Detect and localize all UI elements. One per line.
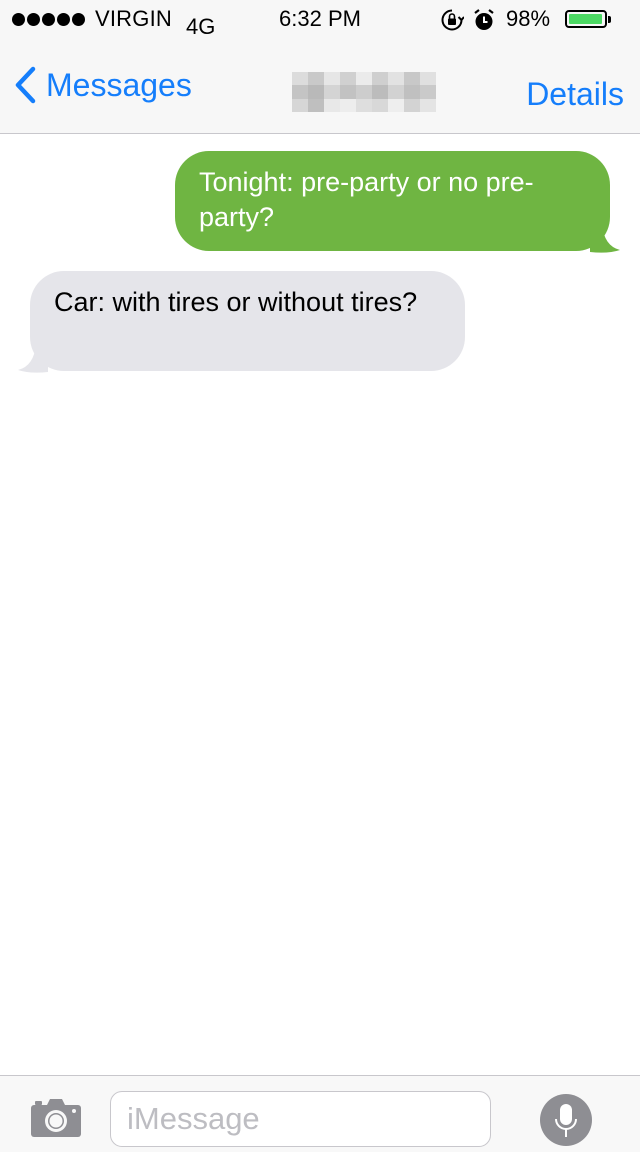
rotation-lock-icon xyxy=(441,9,464,31)
navigation-bar: Messages Details xyxy=(0,40,640,133)
status-bar: VIRGIN 4G 6:32 PM 98% xyxy=(0,0,640,40)
message-input-bar xyxy=(0,1075,640,1152)
microphone-icon xyxy=(555,1104,577,1137)
message-text: Car: with tires or without tires? xyxy=(54,287,418,317)
battery-fill xyxy=(569,14,603,24)
alarm-icon xyxy=(474,9,494,30)
message-thread[interactable]: Tonight: pre-party or no pre-party? Car:… xyxy=(0,134,640,1074)
back-button-label: Messages xyxy=(46,66,192,103)
message-text: Tonight: pre-party or no pre-party? xyxy=(199,167,534,232)
chevron-left-icon xyxy=(15,66,36,104)
camera-icon[interactable] xyxy=(30,1098,82,1138)
back-button[interactable]: Messages xyxy=(14,66,192,104)
incoming-bubble-tail xyxy=(18,344,48,373)
battery-icon xyxy=(565,10,611,28)
messages-screen: VIRGIN 4G 6:32 PM 98% Messages Details T… xyxy=(0,0,640,1152)
battery-percent: 98% xyxy=(506,6,551,31)
contact-name-redacted[interactable] xyxy=(292,72,436,112)
outgoing-message-bubble[interactable]: Tonight: pre-party or no pre-party? xyxy=(175,151,610,251)
message-input[interactable] xyxy=(110,1091,491,1147)
details-button[interactable]: Details xyxy=(526,76,624,113)
microphone-button[interactable] xyxy=(540,1094,592,1146)
top-bar: VIRGIN 4G 6:32 PM 98% Messages Details xyxy=(0,0,640,134)
outgoing-bubble-tail xyxy=(590,224,620,253)
incoming-message-bubble[interactable]: Car: with tires or without tires? xyxy=(30,271,465,371)
